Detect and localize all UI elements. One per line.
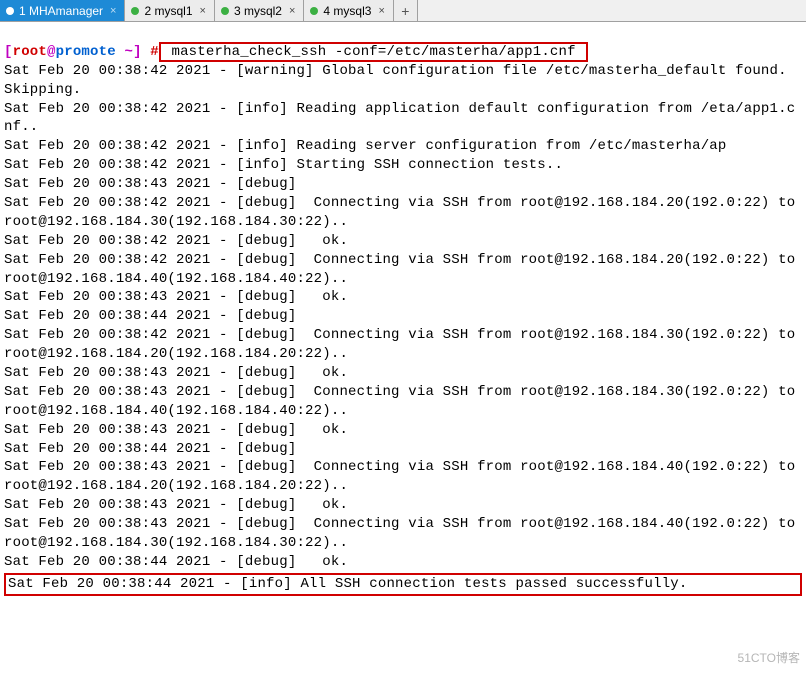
log-line: Sat Feb 20 00:38:43 2021 - [debug] ok.	[4, 289, 348, 305]
status-dot-icon	[310, 7, 318, 15]
log-line: Sat Feb 20 00:38:42 2021 - [info] Starti…	[4, 157, 563, 173]
log-line: Sat Feb 20 00:38:43 2021 - [debug] ok.	[4, 422, 348, 438]
log-line: Sat Feb 20 00:38:43 2021 - [debug] Conne…	[4, 459, 804, 494]
log-line: Sat Feb 20 00:38:43 2021 - [debug] Conne…	[4, 384, 804, 419]
prompt-at: @	[47, 44, 56, 60]
log-line: Sat Feb 20 00:38:42 2021 - [debug] ok.	[4, 233, 348, 249]
log-line: Sat Feb 20 00:38:43 2021 - [debug] ok.	[4, 497, 348, 513]
close-icon[interactable]: ×	[200, 5, 206, 17]
tab-mysql2[interactable]: 3 mysql2 ×	[215, 0, 304, 21]
tab-mhamanager[interactable]: 1 MHAmanager ×	[0, 0, 125, 21]
tab-bar: 1 MHAmanager × 2 mysql1 × 3 mysql2 × 4 m…	[0, 0, 806, 22]
log-line: Sat Feb 20 00:38:42 2021 - [warning] Glo…	[4, 63, 795, 98]
command-highlight: masterha_check_ssh -conf=/etc/masterha/a…	[159, 42, 588, 62]
log-line: Sat Feb 20 00:38:44 2021 - [debug]	[4, 308, 296, 324]
close-icon[interactable]: ×	[289, 5, 295, 17]
log-line: Sat Feb 20 00:38:42 2021 - [debug] Conne…	[4, 195, 804, 230]
prompt-bracket-open: [	[4, 44, 13, 60]
result-highlight: Sat Feb 20 00:38:44 2021 - [info] All SS…	[4, 573, 802, 596]
close-icon[interactable]: ×	[110, 5, 116, 17]
add-tab-button[interactable]: +	[394, 0, 418, 21]
tab-label: 3 mysql2	[234, 4, 282, 18]
prompt-hash: #	[142, 44, 159, 60]
tab-mysql1[interactable]: 2 mysql1 ×	[125, 0, 214, 21]
tab-label: 2 mysql1	[144, 4, 192, 18]
status-dot-icon	[221, 7, 229, 15]
status-dot-icon	[131, 7, 139, 15]
tab-label: 1 MHAmanager	[19, 4, 103, 18]
log-line: Sat Feb 20 00:38:43 2021 - [debug]	[4, 176, 296, 192]
log-line: Sat Feb 20 00:38:43 2021 - [debug] Conne…	[4, 516, 804, 551]
prompt-user: root	[13, 44, 47, 60]
log-line: Sat Feb 20 00:38:44 2021 - [debug] ok.	[4, 554, 348, 570]
prompt-tilde: ~	[124, 44, 133, 60]
watermark: 51CTO博客	[738, 649, 800, 666]
terminal-output[interactable]: [root@promote ~] # masterha_check_ssh -c…	[0, 22, 806, 621]
prompt-host: promote	[56, 44, 116, 60]
log-line: Sat Feb 20 00:38:43 2021 - [debug] ok.	[4, 365, 348, 381]
log-line: Sat Feb 20 00:38:42 2021 - [info] Readin…	[4, 138, 727, 154]
plus-icon: +	[401, 3, 409, 19]
close-icon[interactable]: ×	[378, 5, 384, 17]
log-line: Sat Feb 20 00:38:42 2021 - [debug] Conne…	[4, 327, 804, 362]
tab-label: 4 mysql3	[323, 4, 371, 18]
prompt-bracket-close: ]	[133, 44, 142, 60]
log-line: Sat Feb 20 00:38:44 2021 - [debug]	[4, 441, 296, 457]
log-line: Sat Feb 20 00:38:42 2021 - [debug] Conne…	[4, 252, 804, 287]
status-dot-icon	[6, 7, 14, 15]
log-line: Sat Feb 20 00:38:42 2021 - [info] Readin…	[4, 101, 795, 136]
tab-mysql3[interactable]: 4 mysql3 ×	[304, 0, 393, 21]
